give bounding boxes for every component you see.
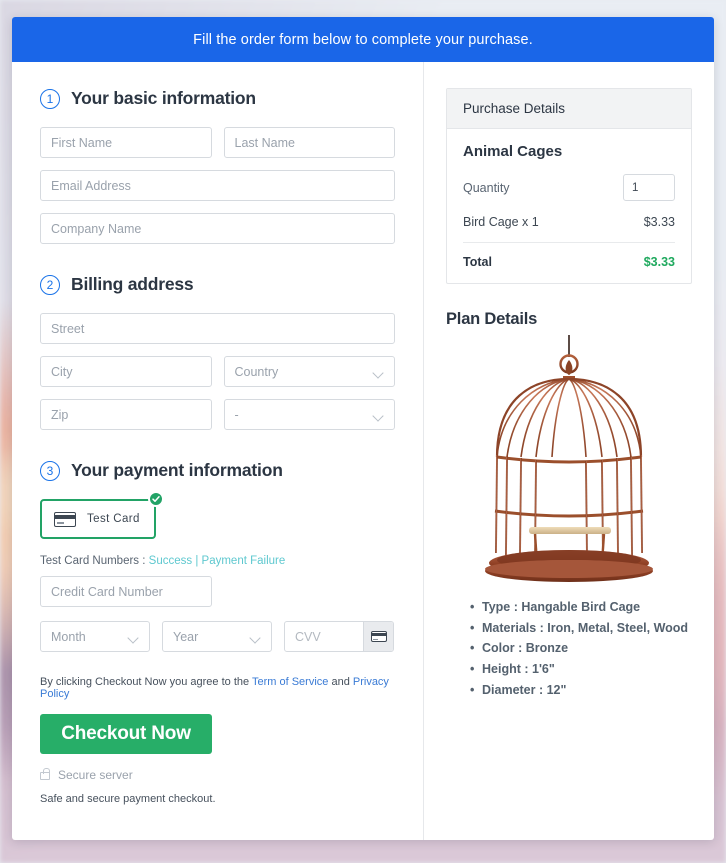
line-item-row: Bird Cage x 1 $3.33 bbox=[463, 215, 675, 243]
spec-item: Type : Hangable Bird Cage bbox=[470, 597, 692, 618]
spec-item: Color : Bronze bbox=[470, 638, 692, 659]
checkout-now-button[interactable]: Checkout Now bbox=[40, 714, 212, 754]
name-row: First Name Last Name bbox=[40, 127, 395, 158]
safe-checkout-note: Safe and secure payment checkout. bbox=[40, 793, 216, 805]
cvv-card-icon bbox=[370, 631, 387, 642]
cvv-help-button[interactable] bbox=[363, 622, 393, 651]
test-success-link[interactable]: Success bbox=[149, 555, 192, 567]
summary-column: Purchase Details Animal Cages Quantity 1… bbox=[424, 62, 714, 840]
header-banner: Fill the order form below to complete yo… bbox=[12, 17, 714, 62]
section-heading-billing: 2 Billing address bbox=[40, 274, 395, 295]
step-title-1: Your basic information bbox=[71, 88, 256, 108]
test-failure-link[interactable]: Payment Failure bbox=[202, 555, 286, 567]
plan-details-title: Plan Details bbox=[446, 310, 538, 328]
purchase-details-body: Animal Cages Quantity 1 Bird Cage x 1 $3… bbox=[447, 129, 691, 283]
last-name-input[interactable]: Last Name bbox=[223, 127, 395, 158]
credit-card-number-input[interactable]: Credit Card Number bbox=[40, 576, 212, 607]
cvv-field-group: CVV bbox=[284, 621, 394, 652]
street-input[interactable]: Street bbox=[40, 313, 395, 344]
bird-cage-image bbox=[446, 335, 692, 583]
form-column: 1 Your basic information First Name Last… bbox=[12, 62, 424, 840]
quantity-label: Quantity bbox=[463, 180, 510, 195]
section-heading-basic-info: 1 Your basic information bbox=[40, 88, 395, 109]
terms-text: By clicking Checkout Now you agree to th… bbox=[40, 676, 395, 700]
lock-icon bbox=[40, 768, 50, 780]
test-card-label: Test Card bbox=[87, 513, 140, 525]
step-number-3: 3 bbox=[40, 460, 60, 481]
checkout-card: Fill the order form below to complete yo… bbox=[12, 17, 714, 840]
test-numbers-prefix: Test Card Numbers : bbox=[40, 555, 146, 567]
terms-prefix: By clicking Checkout Now you agree to th… bbox=[40, 676, 250, 688]
test-card-option[interactable]: Test Card bbox=[40, 499, 156, 539]
expiry-cvv-row: Month Year CVV bbox=[40, 621, 395, 652]
bird-cage-illustration bbox=[485, 335, 653, 582]
step-number-1: 1 bbox=[40, 88, 60, 109]
credit-card-icon bbox=[54, 511, 76, 527]
quantity-input[interactable]: 1 bbox=[623, 174, 675, 201]
purchase-details-header: Purchase Details bbox=[447, 89, 691, 129]
banner-text: Fill the order form below to complete yo… bbox=[193, 31, 533, 48]
email-input[interactable]: Email Address bbox=[40, 170, 395, 201]
terms-conjunction: and bbox=[331, 676, 350, 688]
spec-item: Diameter : 12" bbox=[470, 680, 692, 701]
link-separator: | bbox=[195, 555, 199, 567]
state-select[interactable]: - bbox=[223, 399, 395, 430]
quantity-row: Quantity 1 bbox=[463, 174, 675, 201]
expiry-year-select[interactable]: Year bbox=[162, 621, 272, 652]
first-name-input[interactable]: First Name bbox=[40, 127, 212, 158]
total-row: Total $3.33 bbox=[463, 243, 675, 269]
spec-item: Materials : Iron, Metal, Steel, Wood bbox=[470, 618, 692, 639]
secure-server-note: Secure server bbox=[40, 768, 395, 782]
line-item-price: $3.33 bbox=[643, 215, 675, 229]
company-name-input[interactable]: Company Name bbox=[40, 213, 395, 244]
email-row: Email Address bbox=[40, 170, 395, 201]
product-title: Animal Cages bbox=[463, 143, 563, 160]
expiry-month-select[interactable]: Month bbox=[40, 621, 150, 652]
terms-of-service-link[interactable]: Term of Service bbox=[252, 676, 328, 688]
total-price: $3.33 bbox=[643, 255, 675, 269]
total-label: Total bbox=[463, 255, 492, 269]
zip-input[interactable]: Zip bbox=[40, 399, 212, 430]
check-circle-icon bbox=[147, 491, 164, 507]
city-country-row: City Country bbox=[40, 356, 395, 387]
step-title-2: Billing address bbox=[71, 274, 194, 294]
company-row: Company Name bbox=[40, 213, 395, 244]
purchase-details-panel: Purchase Details Animal Cages Quantity 1… bbox=[446, 88, 692, 284]
line-item-label: Bird Cage x 1 bbox=[463, 215, 539, 229]
spec-item: Height : 1'6" bbox=[470, 659, 692, 680]
zip-state-row: Zip - bbox=[40, 399, 395, 430]
section-heading-payment: 3 Your payment information bbox=[40, 460, 395, 481]
street-row: Street bbox=[40, 313, 395, 344]
step-title-3: Your payment information bbox=[71, 460, 283, 480]
cvv-input[interactable]: CVV bbox=[285, 622, 363, 651]
secure-server-label: Secure server bbox=[58, 768, 133, 782]
test-card-numbers-line: Test Card Numbers : Success | Payment Fa… bbox=[40, 555, 395, 567]
country-select[interactable]: Country bbox=[223, 356, 395, 387]
plan-specs-list: Type : Hangable Bird Cage Materials : Ir… bbox=[446, 597, 692, 700]
card-body: 1 Your basic information First Name Last… bbox=[12, 62, 714, 840]
payment-method-tile-wrap: Test Card bbox=[40, 491, 164, 539]
step-number-2: 2 bbox=[40, 274, 60, 295]
city-input[interactable]: City bbox=[40, 356, 212, 387]
